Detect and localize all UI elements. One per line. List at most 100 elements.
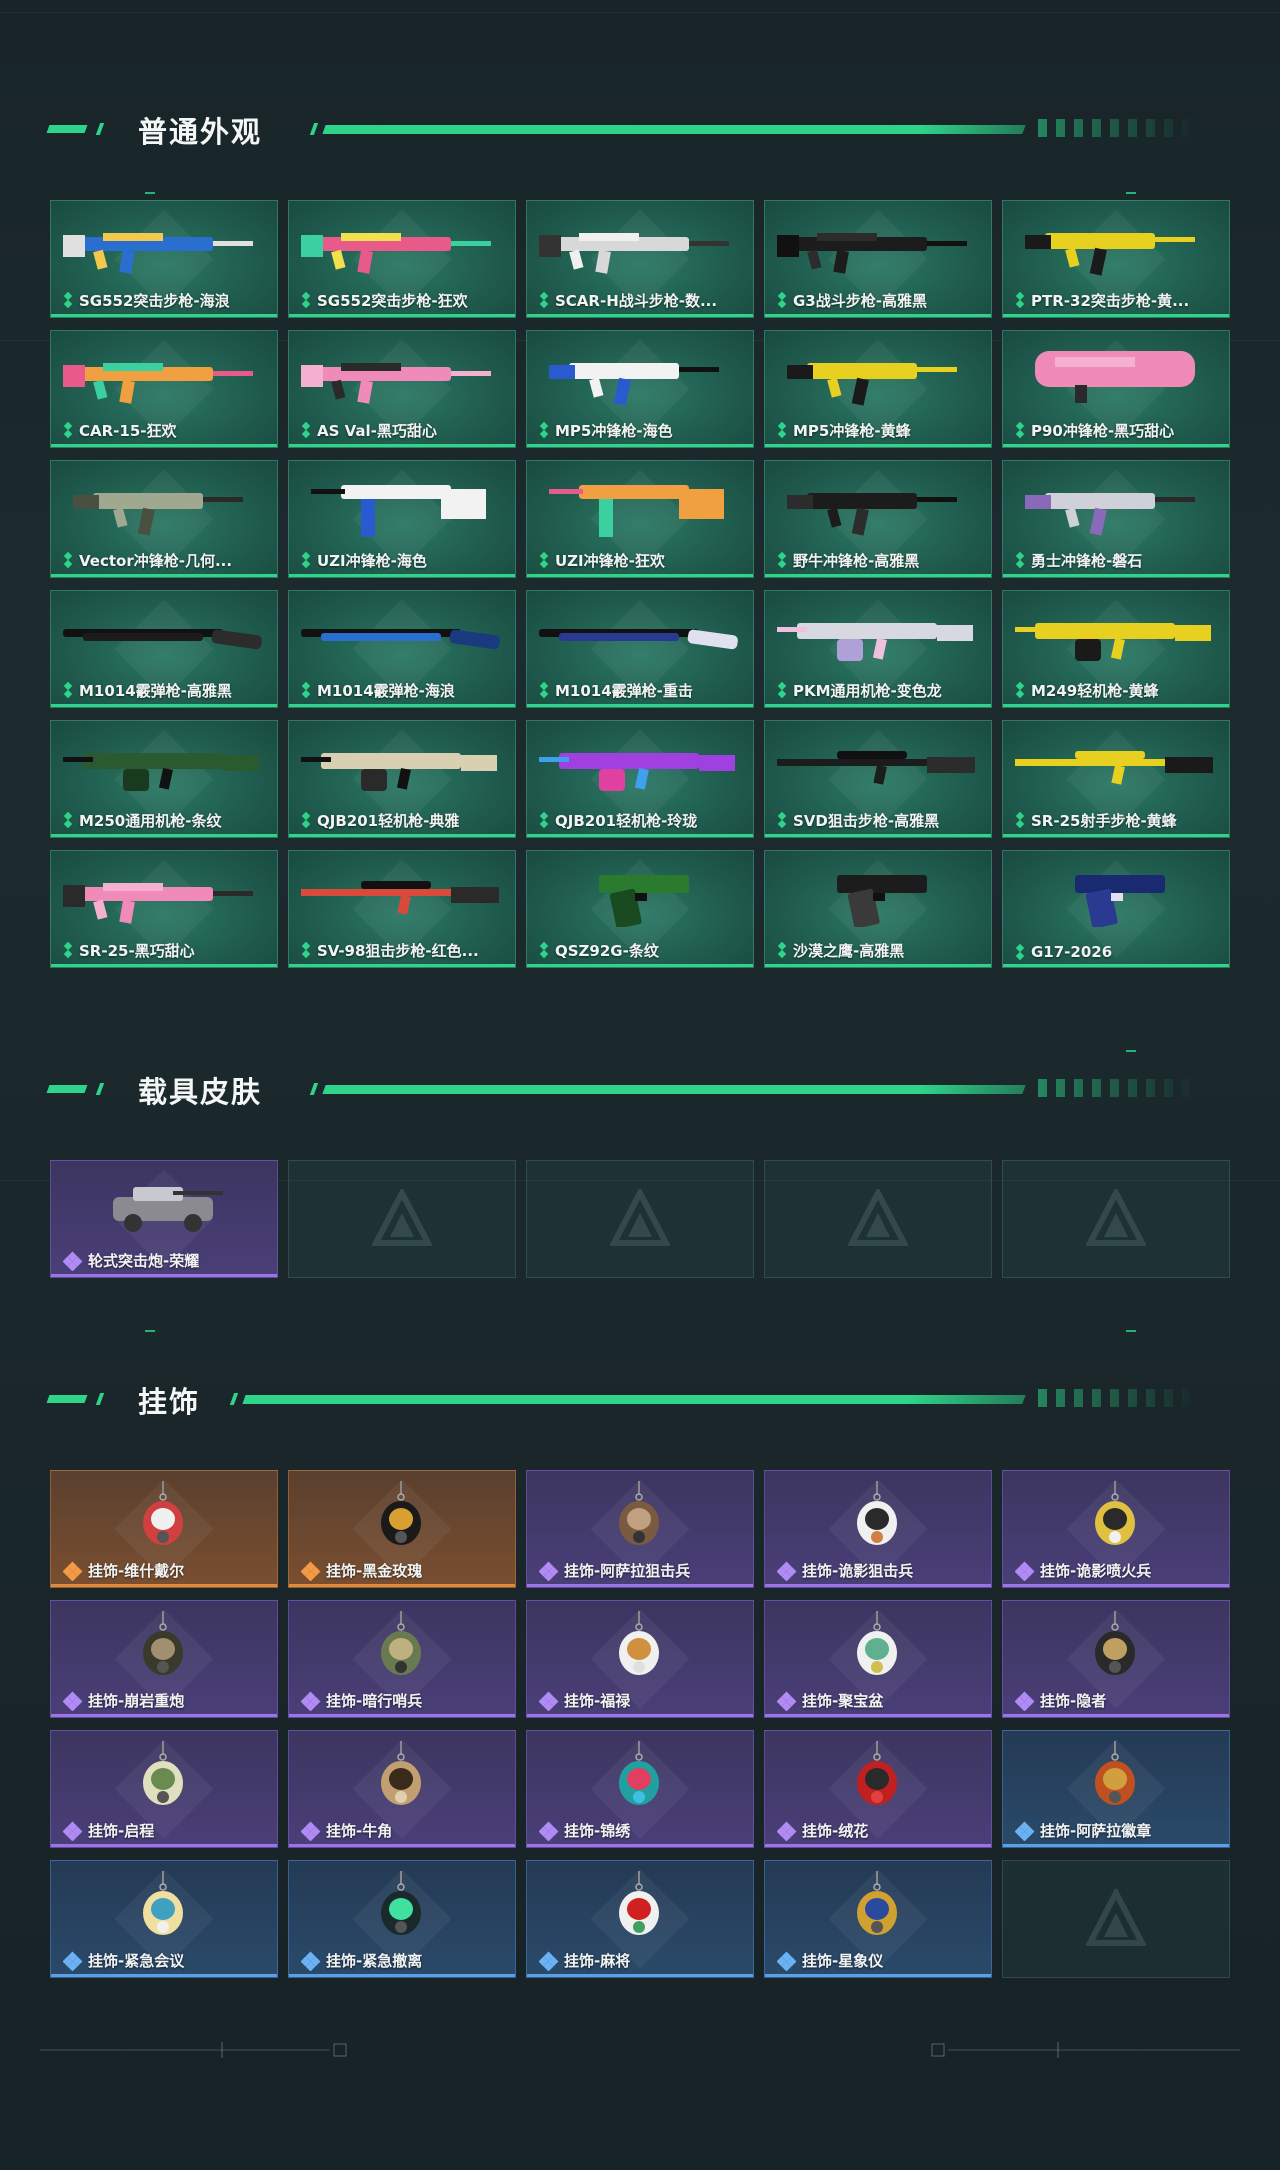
- section-header-charms: 挂饰: [46, 1377, 1208, 1419]
- header-accent: [95, 1083, 105, 1095]
- item-card[interactable]: 挂饰-星象仪: [764, 1860, 992, 1978]
- item-card[interactable]: QJB201轻机枪-玲珑: [526, 720, 754, 838]
- purple-rarity-icon: [539, 1691, 559, 1711]
- item-card[interactable]: 挂饰-牛角: [288, 1730, 516, 1848]
- item-card[interactable]: SCAR-H战斗步枪-数...: [526, 200, 754, 318]
- item-card[interactable]: 挂饰-阿萨拉狙击兵: [526, 1470, 754, 1588]
- item-label-row: 挂饰-绒花: [777, 1820, 983, 1841]
- placeholder-logo-icon: [1086, 1889, 1146, 1946]
- item-name: Vector冲锋枪-几何...: [79, 552, 233, 570]
- item-card[interactable]: M1014霰弹枪-重击: [526, 590, 754, 708]
- item-name: 挂饰-黑金玫瑰: [326, 1562, 423, 1580]
- item-card[interactable]: 挂饰-黑金玫瑰: [288, 1470, 516, 1588]
- item-image: [381, 1481, 421, 1545]
- green-rarity-icon: [63, 292, 74, 309]
- item-card[interactable]: MP5冲锋枪-海色: [526, 330, 754, 448]
- item-card[interactable]: M249轻机枪-黄蜂: [1002, 590, 1230, 708]
- item-card[interactable]: 挂饰-紧急撤离: [288, 1860, 516, 1978]
- item-card[interactable]: CAR-15-狂欢: [50, 330, 278, 448]
- item-card[interactable]: SR-25-黑巧甜心: [50, 850, 278, 968]
- item-label-row: M1014霰弹枪-重击: [539, 680, 745, 701]
- header-accent: [95, 1393, 105, 1405]
- green-rarity-icon: [1015, 422, 1026, 439]
- orange-rarity-icon: [301, 1561, 321, 1581]
- item-image: [381, 1611, 421, 1675]
- item-card[interactable]: 挂饰-阿萨拉徽章: [1002, 1730, 1230, 1848]
- item-card[interactable]: 挂饰-维什戴尔: [50, 1470, 278, 1588]
- item-card[interactable]: 挂饰-隐者: [1002, 1600, 1230, 1718]
- item-card[interactable]: 沙漠之鹰-高雅黑: [764, 850, 992, 968]
- placeholder-logo-icon: [1086, 1189, 1146, 1246]
- item-name: G17-2026: [1031, 943, 1113, 961]
- item-card[interactable]: QSZ92G-条纹: [526, 850, 754, 968]
- item-card[interactable]: 挂饰-崩岩重炮: [50, 1600, 278, 1718]
- corner-marker: [145, 192, 155, 194]
- item-image: [63, 629, 262, 650]
- item-card[interactable]: M250通用机枪-条纹: [50, 720, 278, 838]
- purple-rarity-icon: [63, 1251, 83, 1271]
- green-rarity-icon: [539, 552, 550, 569]
- item-name: 勇士冲锋枪-磐石: [1031, 552, 1143, 570]
- item-label-row: UZI冲锋枪-狂欢: [539, 550, 745, 571]
- item-label-row: 挂饰-牛角: [301, 1820, 507, 1841]
- item-card[interactable]: M1014霰弹枪-高雅黑: [50, 590, 278, 708]
- item-card[interactable]: UZI冲锋枪-海色: [288, 460, 516, 578]
- item-card[interactable]: UZI冲锋枪-狂欢: [526, 460, 754, 578]
- item-card[interactable]: AS Val-黑巧甜心: [288, 330, 516, 448]
- item-label-row: 挂饰-聚宝盆: [777, 1690, 983, 1711]
- item-card[interactable]: 挂饰-麻将: [526, 1860, 754, 1978]
- item-image: [143, 1741, 183, 1805]
- item-card[interactable]: 轮式突击炮-荣耀: [50, 1160, 278, 1278]
- green-rarity-icon: [539, 682, 550, 699]
- item-card[interactable]: SG552突击步枪-海浪: [50, 200, 278, 318]
- item-card[interactable]: 挂饰-启程: [50, 1730, 278, 1848]
- item-label-row: G3战斗步枪-高雅黑: [777, 290, 983, 311]
- item-image: [549, 485, 724, 537]
- item-card[interactable]: G17-2026: [1002, 850, 1230, 968]
- item-card[interactable]: PKM通用机枪-变色龙: [764, 590, 992, 708]
- item-card[interactable]: Vector冲锋枪-几何...: [50, 460, 278, 578]
- green-rarity-icon: [539, 942, 550, 959]
- item-card[interactable]: 勇士冲锋枪-磐石: [1002, 460, 1230, 578]
- item-name: 挂饰-维什戴尔: [88, 1562, 185, 1580]
- item-name: 挂饰-启程: [88, 1822, 155, 1840]
- header-checker-pattern: [1038, 1079, 1198, 1097]
- item-image: [1095, 1481, 1135, 1545]
- item-card[interactable]: 挂饰-绒花: [764, 1730, 992, 1848]
- item-card[interactable]: SVD狙击步枪-高雅黑: [764, 720, 992, 838]
- item-label-row: 挂饰-福禄: [539, 1690, 745, 1711]
- item-image: [549, 363, 719, 406]
- item-card[interactable]: PTR-32突击步枪-黄...: [1002, 200, 1230, 318]
- item-name: 挂饰-崩岩重炮: [88, 1692, 185, 1710]
- item-card[interactable]: 挂饰-诡影喷火兵: [1002, 1470, 1230, 1588]
- green-rarity-icon: [539, 292, 550, 309]
- item-card[interactable]: M1014霰弹枪-海浪: [288, 590, 516, 708]
- item-card[interactable]: 挂饰-暗行哨兵: [288, 1600, 516, 1718]
- green-rarity-icon: [301, 422, 312, 439]
- item-card[interactable]: SV-98狙击步枪-红色...: [288, 850, 516, 968]
- item-card[interactable]: 野牛冲锋枪-高雅黑: [764, 460, 992, 578]
- header-accent: [46, 1395, 88, 1403]
- item-card[interactable]: 挂饰-聚宝盆: [764, 1600, 992, 1718]
- item-image: [1095, 1741, 1135, 1805]
- item-card[interactable]: 挂饰-紧急会议: [50, 1860, 278, 1978]
- item-image: [599, 875, 689, 927]
- item-card[interactable]: MP5冲锋枪-黄蜂: [764, 330, 992, 448]
- item-card[interactable]: QJB201轻机枪-典雅: [288, 720, 516, 838]
- item-label-row: 挂饰-麻将: [539, 1950, 745, 1971]
- item-card[interactable]: 挂饰-福禄: [526, 1600, 754, 1718]
- item-card[interactable]: 挂饰-锦绣: [526, 1730, 754, 1848]
- item-image: [619, 1481, 659, 1545]
- item-card[interactable]: 挂饰-诡影狙击兵: [764, 1470, 992, 1588]
- item-image: [1015, 623, 1211, 661]
- item-card[interactable]: SG552突击步枪-狂欢: [288, 200, 516, 318]
- item-card[interactable]: G3战斗步枪-高雅黑: [764, 200, 992, 318]
- empty-slot: [764, 1160, 992, 1278]
- item-card[interactable]: SR-25射手步枪-黄蜂: [1002, 720, 1230, 838]
- header-bar: [322, 1085, 1026, 1094]
- item-image: [143, 1611, 183, 1675]
- item-card[interactable]: P90冲锋枪-黑巧甜心: [1002, 330, 1230, 448]
- item-image: [113, 1187, 223, 1232]
- item-name: M1014霰弹枪-高雅黑: [79, 682, 232, 700]
- item-image: [777, 233, 967, 274]
